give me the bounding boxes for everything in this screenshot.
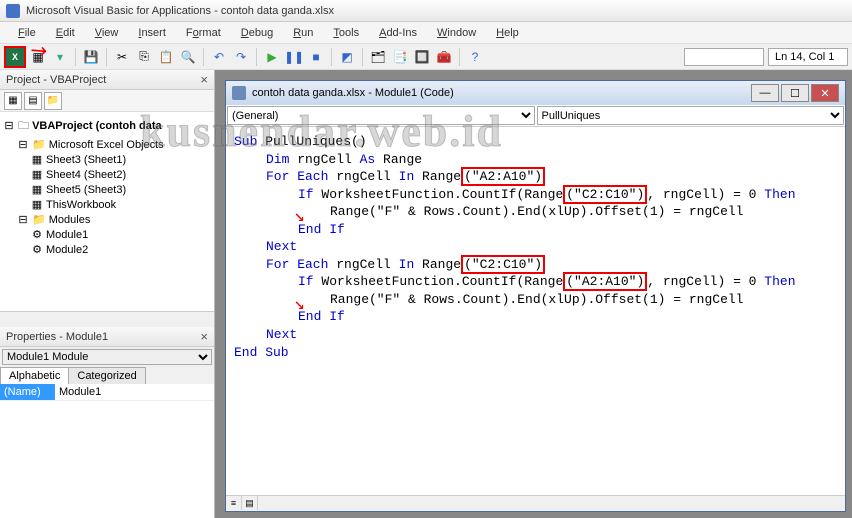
object-combo[interactable]: (General) <box>227 106 535 125</box>
menu-view[interactable]: View <box>85 24 129 42</box>
procedure-combo[interactable]: PullUniques <box>537 106 845 125</box>
code-window-footer: ≡ ▤ <box>226 495 845 511</box>
view-excel-icon[interactable]: X <box>4 46 26 68</box>
save-icon[interactable]: 💾 <box>81 47 101 67</box>
separator <box>362 48 363 66</box>
menu-window[interactable]: Window <box>427 24 486 42</box>
tree-module[interactable]: ⚙Module2 <box>2 242 212 257</box>
property-value[interactable]: Module1 <box>55 384 214 400</box>
insert-dropdown-icon[interactable]: ▾ <box>50 47 70 67</box>
redo-icon[interactable]: ↷ <box>231 47 251 67</box>
tree-root[interactable]: ⊟🗀 VBAProject (contoh data <box>2 116 212 137</box>
separator <box>106 48 107 66</box>
procedure-view-icon[interactable]: ≡ <box>226 496 242 510</box>
code-window-title: contoh data ganda.xlsx - Module1 (Code) <box>252 87 454 99</box>
code-window-titlebar[interactable]: contoh data ganda.xlsx - Module1 (Code) … <box>226 81 845 105</box>
menu-run[interactable]: Run <box>283 24 323 42</box>
close-panel-icon[interactable]: × <box>200 329 208 344</box>
separator <box>256 48 257 66</box>
tree-sheet[interactable]: ▦Sheet5 (Sheet3) <box>2 182 212 197</box>
toggle-folders-icon[interactable]: 📁 <box>44 92 62 110</box>
menu-debug[interactable]: Debug <box>231 24 283 42</box>
design-mode-icon[interactable]: ◩ <box>337 47 357 67</box>
properties-panel-header: Properties - Module1 × <box>0 327 214 347</box>
tab-categorized[interactable]: Categorized <box>68 367 145 384</box>
menu-format[interactable]: Format <box>176 24 231 42</box>
search-input[interactable] <box>684 48 764 66</box>
project-panel-title: Project - VBAProject <box>6 74 106 86</box>
close-icon[interactable]: ✕ <box>811 84 839 102</box>
toolbox-icon[interactable]: 🧰 <box>434 47 454 67</box>
paste-icon[interactable]: 📋 <box>156 47 176 67</box>
object-browser-icon[interactable]: 🔲 <box>412 47 432 67</box>
full-module-view-icon[interactable]: ▤ <box>242 496 258 510</box>
properties-panel-title: Properties - Module1 <box>6 331 108 343</box>
project-panel-header: Project - VBAProject × <box>0 70 214 90</box>
reset-icon[interactable]: ■ <box>306 47 326 67</box>
menu-bar: File Edit View Insert Format Debug Run T… <box>0 22 852 44</box>
separator <box>203 48 204 66</box>
menu-insert[interactable]: Insert <box>128 24 176 42</box>
copy-icon[interactable]: ⎘ <box>134 47 154 67</box>
break-icon[interactable]: ❚❚ <box>284 47 304 67</box>
tree-module[interactable]: ⚙Module1 <box>2 227 212 242</box>
toolbar: X ▦ ▾ 💾 ✂ ⎘ 📋 🔍 ↶ ↷ ▶ ❚❚ ■ ◩ 🗂 📑 🔲 🧰 ? L… <box>0 44 852 70</box>
find-icon[interactable]: 🔍 <box>178 47 198 67</box>
run-icon[interactable]: ▶ <box>262 47 282 67</box>
property-key: (Name) <box>0 384 55 400</box>
menu-help[interactable]: Help <box>486 24 529 42</box>
undo-icon[interactable]: ↶ <box>209 47 229 67</box>
separator <box>75 48 76 66</box>
code-editor[interactable]: Sub PullUniques() Dim rngCell As Range F… <box>226 127 845 495</box>
menu-addins[interactable]: Add-Ins <box>369 24 427 42</box>
close-panel-icon[interactable]: × <box>200 72 208 87</box>
property-row[interactable]: (Name) Module1 <box>0 384 214 401</box>
tree-workbook[interactable]: ▦ThisWorkbook <box>2 197 212 212</box>
menu-edit[interactable]: Edit <box>46 24 85 42</box>
cut-icon[interactable]: ✂ <box>112 47 132 67</box>
annotation-arrow: ↘ <box>294 293 305 317</box>
scroll-strip[interactable] <box>0 311 214 327</box>
help-icon[interactable]: ? <box>465 47 485 67</box>
menu-tools[interactable]: Tools <box>323 24 369 42</box>
minimize-icon[interactable]: — <box>751 84 779 102</box>
tree-sheet[interactable]: ▦Sheet4 (Sheet2) <box>2 167 212 182</box>
module-icon <box>232 86 246 100</box>
separator <box>331 48 332 66</box>
project-explorer-icon[interactable]: 🗂 <box>368 47 388 67</box>
cursor-position: Ln 14, Col 1 <box>768 48 848 66</box>
window-title: Microsoft Visual Basic for Applications … <box>26 5 334 17</box>
separator <box>459 48 460 66</box>
app-icon <box>6 4 20 18</box>
tab-alphabetic[interactable]: Alphabetic <box>0 367 69 384</box>
view-object-icon[interactable]: ▤ <box>24 92 42 110</box>
properties-icon[interactable]: 📑 <box>390 47 410 67</box>
project-tree: ⊟🗀 VBAProject (contoh data ⊟📁 Microsoft … <box>0 112 214 311</box>
maximize-icon[interactable]: ☐ <box>781 84 809 102</box>
code-window: contoh data ganda.xlsx - Module1 (Code) … <box>225 80 846 512</box>
project-toolbar: ▦ ▤ 📁 <box>0 90 214 112</box>
title-bar: Microsoft Visual Basic for Applications … <box>0 0 852 22</box>
tree-excel-objects[interactable]: ⊟📁 Microsoft Excel Objects <box>2 137 212 152</box>
view-code-icon[interactable]: ▦ <box>4 92 22 110</box>
tree-modules[interactable]: ⊟📁 Modules <box>2 212 212 227</box>
annotation-arrow: ↘ <box>294 205 305 229</box>
tree-sheet[interactable]: ▦Sheet3 (Sheet1) <box>2 152 212 167</box>
object-select[interactable]: Module1 Module <box>2 349 212 365</box>
mdi-area: contoh data ganda.xlsx - Module1 (Code) … <box>215 70 852 518</box>
